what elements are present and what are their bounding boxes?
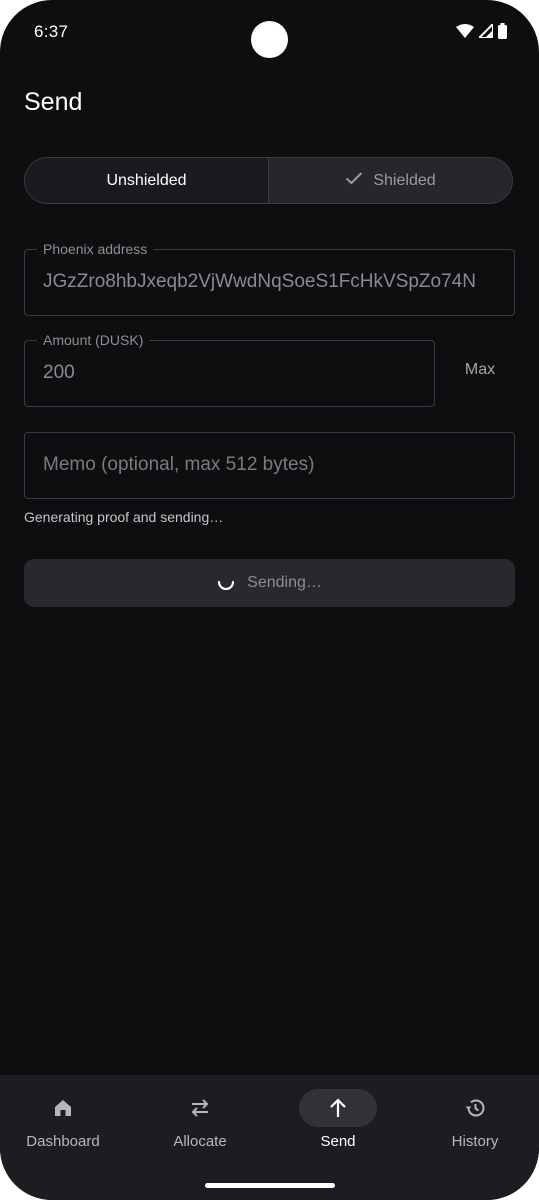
unshielded-option[interactable]: Unshielded (25, 158, 269, 203)
arrow-up-icon (326, 1096, 350, 1120)
nav-label-dashboard: Dashboard (26, 1133, 100, 1150)
memo-placeholder: Memo (optional, max 512 bytes) (43, 454, 315, 475)
loading-spinner-icon (217, 572, 235, 595)
status-bar: 6:37 (0, 0, 539, 64)
address-field[interactable]: Phoenix address JGzZro8hbJxeqb2VjWwdNqSo… (24, 241, 515, 316)
nav-item-send[interactable]: Send (271, 1089, 405, 1159)
signal-icon (476, 21, 494, 43)
history-icon (463, 1096, 487, 1120)
nav-item-allocate[interactable]: Allocate (133, 1089, 267, 1159)
nav-item-dashboard[interactable]: Dashboard (0, 1089, 130, 1159)
amount-input-value: 200 (43, 362, 75, 383)
shield-mode-toggle: Unshielded Shielded (24, 157, 513, 204)
swap-arrows-icon (188, 1096, 212, 1120)
phone-screen: 6:37 Send Unshielded Shielded Phoenix ad (0, 0, 539, 1200)
home-icon (51, 1096, 75, 1120)
battery-icon (498, 23, 507, 44)
page-title: Send (24, 88, 83, 116)
unshielded-label: Unshielded (106, 171, 187, 189)
max-button[interactable]: Max (452, 358, 508, 382)
shielded-option[interactable]: Shielded (269, 158, 512, 203)
progress-status-text: Generating proof and sending… (24, 509, 224, 525)
status-time: 6:37 (34, 22, 69, 41)
memo-field[interactable]: Memo (optional, max 512 bytes) (24, 432, 515, 499)
wifi-icon (456, 24, 474, 43)
status-icons (456, 21, 507, 44)
nav-label-history: History (451, 1133, 499, 1150)
address-field-label: Phoenix address (37, 241, 154, 257)
home-indicator (205, 1183, 335, 1188)
send-button[interactable]: Sending… (24, 559, 515, 607)
shielded-label: Shielded (373, 171, 436, 189)
nav-label-send: Send (320, 1133, 356, 1150)
bottom-navigation: Dashboard Allocate Send History (0, 1075, 539, 1200)
address-input-value: JGzZro8hbJxeqb2VjWwdNqSoeS1FcHkVSpZo74N (43, 271, 476, 292)
amount-field[interactable]: Amount (DUSK) 200 (24, 332, 435, 407)
nav-label-allocate: Allocate (173, 1133, 227, 1150)
camera-cutout (251, 21, 288, 58)
send-button-label: Sending… (247, 574, 322, 591)
amount-field-label: Amount (DUSK) (37, 332, 150, 348)
nav-item-history[interactable]: History (408, 1089, 539, 1159)
check-icon (345, 171, 363, 190)
